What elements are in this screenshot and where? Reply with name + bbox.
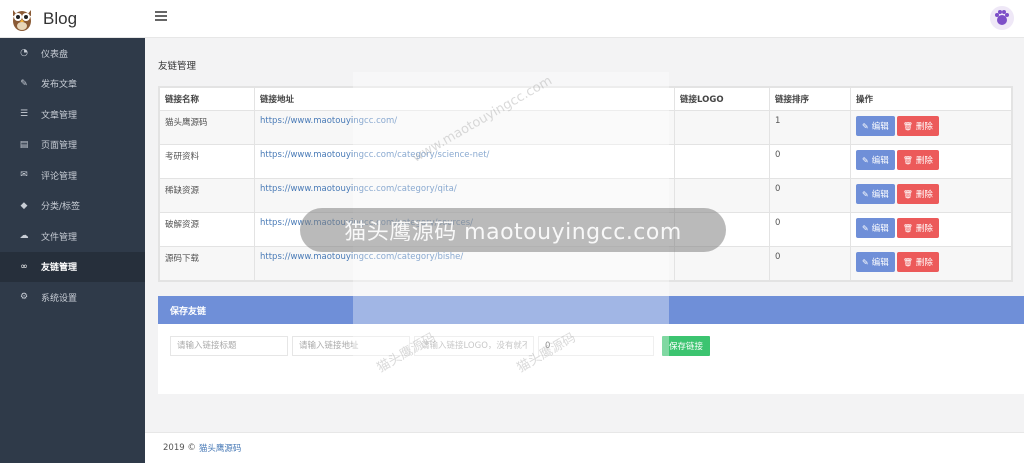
sidebar-item-label: 系统设置 [41,293,78,304]
link-icon: ∞ [20,261,28,272]
watermark-banner-text: 猫头鹰源码 maotouyingcc.com [344,220,682,245]
avatar[interactable] [990,6,1014,30]
col-header-logo: 链接LOGO [674,87,770,111]
file-icon: ▤ [19,139,29,150]
sidebar-menu: ◔ 仪表盘 ✎ 发布文章 ☰ 文章管理 ▤ 页面管理 ✉ 评论管理 ◆ 分类/标签 ☁ 文件管理 ∞ 友链管理… [0,38,145,313]
edit-button[interactable]: ✎ 编辑 [856,218,895,238]
cell-actions: ✎ 编辑 🗑 删除 [850,110,1012,145]
watermark-url-1: www.maotouyingcc.com [409,73,555,166]
tags-icon: ◆ [20,200,28,211]
cell-actions: ✎ 编辑 🗑 删除 [850,246,1012,281]
col-header-name: 链接名称 [159,87,255,111]
sidebar-item-label: 发布文章 [41,80,78,91]
header [145,0,1024,38]
edit-label: 编辑 [871,258,889,268]
cell-actions: ✎ 编辑 🗑 删除 [850,212,1012,247]
edit-label: 编辑 [871,156,889,166]
trash-icon: 🗑 [902,189,913,199]
delete-button[interactable]: 🗑 删除 [896,116,939,136]
sidebar-item-1[interactable]: ✎ 发布文章 [0,69,145,100]
delete-button[interactable]: 🗑 删除 [896,252,939,272]
page-title: 友链管理 [158,61,197,72]
edit-label: 编辑 [871,122,889,132]
sidebar-item-label: 页面管理 [41,141,78,152]
sidebar-item-7[interactable]: ∞ 友链管理 [0,251,145,282]
cell-actions: ✎ 编辑 🗑 删除 [850,144,1012,179]
menu-toggle-icon[interactable] [155,11,167,23]
cell-name: 源码下载 [159,246,255,281]
cell-name: 猫头鹰源码 [159,110,255,145]
watermark-banner: 猫头鹰源码 maotouyingcc.com [300,208,726,252]
sidebar-item-0[interactable]: ◔ 仪表盘 [0,38,145,69]
footer-link[interactable]: 猫头鹰源码 [199,442,242,454]
sidebar: Blog ◔ 仪表盘 ✎ 发布文章 ☰ 文章管理 ▤ 页面管理 ✉ 评论管理 ◆ 分类/标签 ☁ 文件管理… [0,0,145,463]
watermark-small-1: 猫头鹰源码 [374,330,439,376]
delete-label: 删除 [915,190,933,200]
edit-icon: ✎ [862,121,869,131]
sidebar-item-label: 文件管理 [41,232,78,243]
trash-icon: 🗑 [902,155,913,165]
cell-sort: 1 [769,110,851,145]
delete-button[interactable]: 🗑 删除 [896,184,939,204]
edit-icon: ✎ [20,78,28,89]
comments-icon: ✉ [20,170,28,181]
trash-icon: 🗑 [902,121,913,131]
edit-icon: ✎ [862,223,869,233]
col-header-sort: 链接排序 [769,87,851,111]
delete-button[interactable]: 🗑 删除 [896,218,939,238]
edit-button[interactable]: ✎ 编辑 [856,116,895,136]
footer-copyright: 2019 © [163,443,196,453]
sidebar-item-5[interactable]: ◆ 分类/标签 [0,191,145,222]
edit-label: 编辑 [871,190,889,200]
footer: 2019 © 猫头鹰源码 [145,432,1024,463]
delete-label: 删除 [915,258,933,268]
delete-label: 删除 [915,156,933,166]
cell-logo [674,144,770,179]
cell-name: 破解资源 [159,212,255,247]
cell-name: 稀缺资源 [159,178,255,213]
edit-icon: ✎ [862,189,869,199]
delete-label: 删除 [915,224,933,234]
sidebar-item-label: 评论管理 [41,171,78,182]
brand[interactable]: Blog [0,0,145,38]
sidebar-item-2[interactable]: ☰ 文章管理 [0,99,145,130]
cell-sort: 0 [769,246,851,281]
edit-button[interactable]: ✎ 编辑 [856,252,895,272]
list-icon: ☰ [19,109,29,120]
trash-icon: 🗑 [902,223,913,233]
cloud-upload-icon: ☁ [19,231,29,242]
sidebar-item-label: 文章管理 [41,110,78,121]
edit-button[interactable]: ✎ 编辑 [856,150,895,170]
delete-button[interactable]: 🗑 删除 [896,150,939,170]
sidebar-item-6[interactable]: ☁ 文件管理 [0,221,145,252]
cell-logo [674,110,770,145]
edit-label: 编辑 [871,224,889,234]
save-link-button[interactable]: 保存链接 [662,336,711,356]
edit-icon: ✎ [862,257,869,267]
edit-icon: ✎ [862,155,869,165]
link-title-input[interactable] [170,336,288,356]
sidebar-item-4[interactable]: ✉ 评论管理 [0,160,145,191]
sidebar-item-label: 友链管理 [41,263,78,274]
owl-logo-icon [11,6,33,32]
cell-sort: 0 [769,178,851,213]
brand-title: Blog [43,8,78,28]
sidebar-item-3[interactable]: ▤ 页面管理 [0,130,145,161]
sidebar-item-8[interactable]: ⚙ 系统设置 [0,282,145,313]
cell-name: 考研资料 [159,144,255,179]
sidebar-item-label: 仪表盘 [41,49,69,60]
cell-sort: 0 [769,212,851,247]
edit-button[interactable]: ✎ 编辑 [856,184,895,204]
watermark-small-2: 猫头鹰源码 [514,330,579,376]
sidebar-item-label: 分类/标签 [41,202,81,213]
gear-icon: ⚙ [19,292,29,303]
cell-actions: ✎ 编辑 🗑 删除 [850,178,1012,213]
trash-icon: 🗑 [902,257,913,267]
dashboard-icon: ◔ [20,48,28,59]
delete-label: 删除 [915,122,933,132]
col-header-actions: 操作 [850,87,1012,111]
cell-sort: 0 [769,144,851,179]
